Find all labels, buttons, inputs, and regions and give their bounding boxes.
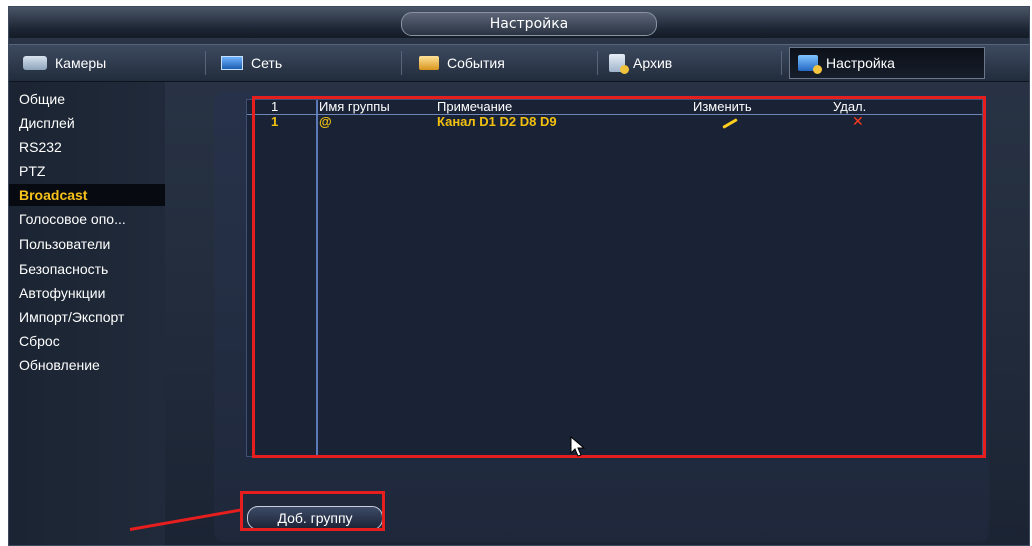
sidebar-item-ptz[interactable]: PTZ: [9, 160, 165, 182]
title-bar: Настройка: [9, 7, 1029, 38]
tab-label: Настройка: [826, 55, 895, 71]
tab-label: Камеры: [55, 55, 107, 71]
sidebar-item-security[interactable]: Безопасность: [9, 258, 165, 280]
mouse-cursor-icon: [570, 436, 586, 457]
table-highlight-frame: [252, 96, 986, 458]
button-highlight-frame: [240, 491, 385, 531]
tab-label: Архив: [633, 55, 673, 71]
sidebar-item-general[interactable]: Общие: [9, 88, 165, 110]
main-tabs: Камеры Сеть События Архив Настройка: [9, 44, 1029, 82]
tab-divider: [781, 51, 782, 75]
sidebar-item-update[interactable]: Обновление: [9, 354, 165, 376]
sidebar-item-import-export[interactable]: Импорт/Экспорт: [9, 306, 165, 328]
tab-label: Сеть: [251, 55, 283, 71]
tab-divider: [401, 51, 402, 75]
tab-events[interactable]: События: [419, 49, 589, 77]
settings-icon: [798, 55, 822, 74]
network-icon: [221, 56, 243, 70]
sidebar-item-broadcast[interactable]: Broadcast: [9, 184, 165, 206]
sidebar-item-reset[interactable]: Сброс: [9, 330, 165, 352]
sidebar-item-users[interactable]: Пользователи: [9, 233, 165, 255]
sidebar-item-rs232[interactable]: RS232: [9, 136, 165, 158]
tab-archive[interactable]: Архив: [609, 49, 769, 77]
camera-icon: [23, 56, 47, 70]
tab-divider: [205, 51, 206, 75]
tab-settings[interactable]: Настройка: [789, 47, 985, 79]
tab-divider: [597, 51, 598, 75]
tab-label: События: [447, 55, 505, 71]
sidebar-item-auto[interactable]: Автофункции: [9, 282, 165, 304]
tab-cameras[interactable]: Камеры: [23, 49, 193, 77]
events-icon: [419, 56, 439, 70]
window-title: Настройка: [401, 12, 657, 36]
tab-network[interactable]: Сеть: [221, 49, 391, 77]
archive-icon: [609, 54, 629, 74]
sidebar-item-voice[interactable]: Голосовое опо...: [9, 208, 165, 230]
sidebar-item-display[interactable]: Дисплей: [9, 112, 165, 134]
settings-sidebar: Общие Дисплей RS232 PTZ Broadcast Голосо…: [9, 82, 165, 545]
